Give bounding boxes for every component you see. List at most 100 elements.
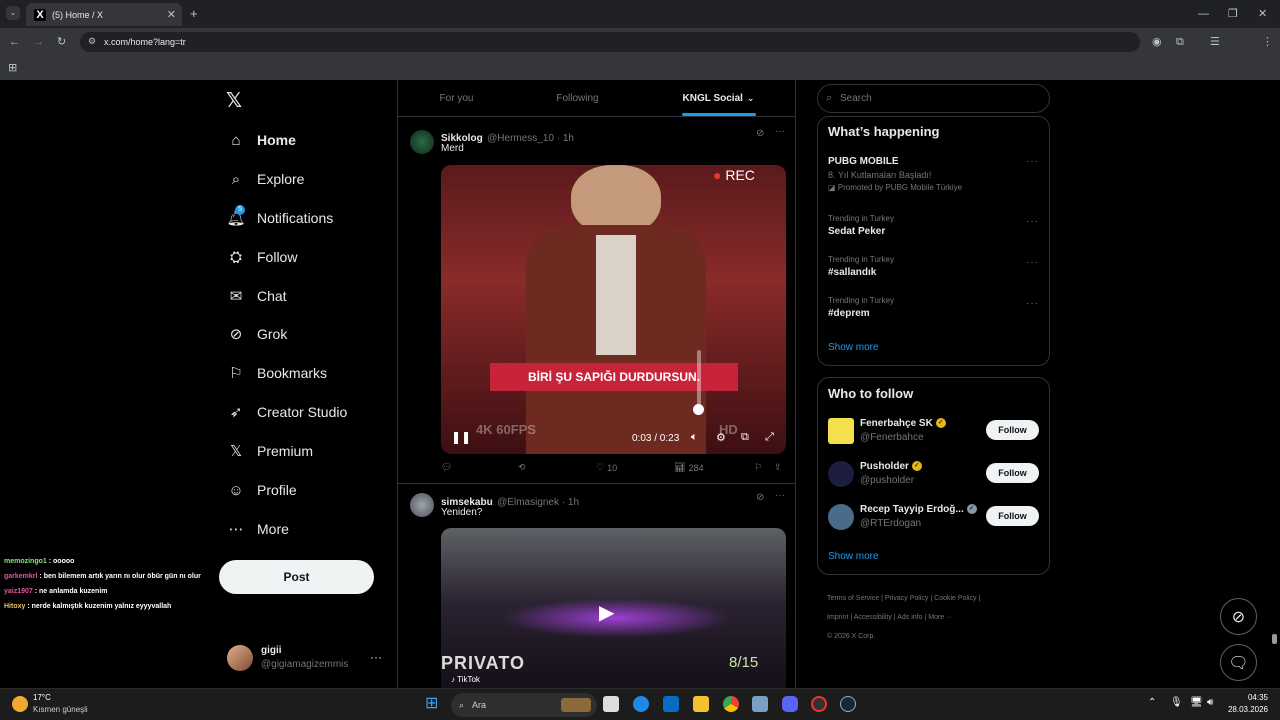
site-info-icon[interactable]: ⚙ xyxy=(88,36,96,47)
tab-search-icon[interactable]: ⌄ xyxy=(6,6,20,20)
trend-more-icon[interactable]: ··· xyxy=(1026,156,1039,167)
weather-sun-icon[interactable] xyxy=(12,696,28,712)
app-record-icon[interactable] xyxy=(811,696,827,712)
grok-explain-icon[interactable]: ⊘ xyxy=(756,128,764,139)
tab-following[interactable]: Following xyxy=(515,80,640,116)
nav-item-explore[interactable]: ⌕ Explore xyxy=(226,167,305,191)
follow-button[interactable]: Follow xyxy=(986,420,1039,440)
tab-close-icon[interactable]: ✕ xyxy=(167,8,176,21)
app-settings-icon[interactable] xyxy=(752,696,768,712)
volume-icon[interactable]: 🔈︎ xyxy=(691,431,698,444)
apps-grid-icon[interactable]: ⊞ xyxy=(8,61,17,75)
discord-icon[interactable] xyxy=(782,696,798,712)
x-logo-icon[interactable]: 𝕏 xyxy=(226,88,242,113)
footer-more[interactable]: More ··· xyxy=(928,614,953,621)
trend-item[interactable]: Trending in Turkey #deprem xyxy=(828,296,894,319)
browser-menu-icon[interactable]: ⋮ xyxy=(1262,35,1273,49)
trend-item[interactable]: Trending in Turkey Sedat Peker xyxy=(828,214,894,237)
browser-tab-x-home[interactable]: X (5) Home / X ✕ xyxy=(26,3,182,26)
follow-account-name[interactable]: Recep Tayyip Erdoğ... ✓ xyxy=(860,504,977,515)
windows-start-icon[interactable]: ⊞ xyxy=(425,696,438,712)
grok-explain-icon[interactable]: ⊘ xyxy=(756,492,764,503)
tweet-avatar[interactable] xyxy=(410,493,434,517)
tweet-video-player[interactable]: ▶ PRIVATO 8/15 ♪ TikTok xyxy=(441,528,786,688)
file-explorer-icon[interactable] xyxy=(693,696,709,712)
account-avatar[interactable] xyxy=(227,645,253,671)
trend-item[interactable]: Trending in Turkey #sallandık xyxy=(828,255,894,278)
grok-fab-button[interactable]: ⊘ xyxy=(1220,598,1257,635)
repost-button[interactable]: ⟲ xyxy=(518,462,529,473)
new-tab-button[interactable]: + xyxy=(190,7,198,21)
tray-overflow-icon[interactable]: ⌃ xyxy=(1148,697,1156,708)
taskview-icon[interactable] xyxy=(603,696,619,712)
picture-in-picture-icon[interactable]: ⧉ xyxy=(741,431,749,444)
nav-item-notifications[interactable]: 🔔︎ 5 Notifications xyxy=(226,205,333,230)
follow-avatar[interactable] xyxy=(828,504,854,530)
volume-slider-handle[interactable] xyxy=(693,404,704,415)
volume-slider[interactable] xyxy=(697,350,701,410)
tab-for-you[interactable]: For you xyxy=(398,80,515,116)
taskbar-search-box[interactable]: ⌕ Ara xyxy=(451,693,597,717)
tweet-author-handle[interactable]: @Elmasignek · 1h xyxy=(497,497,579,508)
steam-icon[interactable] xyxy=(840,696,856,712)
speaker-icon[interactable]: 🔊︎ xyxy=(1207,697,1213,708)
address-bar[interactable]: ⚙ x.com/home?lang=tr xyxy=(80,32,1140,52)
follow-button[interactable]: Follow xyxy=(986,506,1039,526)
nav-item-premium[interactable]: 𝕏 Premium xyxy=(226,439,313,463)
microphone-icon[interactable]: 🎙︎ xyxy=(1170,697,1183,708)
trend-more-icon[interactable]: ··· xyxy=(1026,257,1039,268)
nav-item-creator-studio[interactable]: ➶ Creator Studio xyxy=(226,400,348,424)
nav-item-grok[interactable]: ⊘ Grok xyxy=(226,322,288,346)
search-input[interactable]: ⌕ Search xyxy=(817,84,1050,113)
account-more-icon[interactable]: ··· xyxy=(370,650,382,664)
edge-browser-icon[interactable] xyxy=(633,696,649,712)
window-maximize-button[interactable]: ❐ xyxy=(1228,7,1238,21)
nav-item-profile[interactable]: ☺ Profile xyxy=(226,478,296,502)
tweet-card[interactable]: simsekabu @Elmasignek · 1h ⊘ ··· Yeniden… xyxy=(398,484,795,688)
network-icon[interactable]: 🖥︎ xyxy=(1190,697,1203,708)
follow-account-name[interactable]: Pusholder ✓ xyxy=(860,461,922,472)
footer-terms[interactable]: Terms of Service xyxy=(827,595,879,602)
footer-privacy[interactable]: Privacy Policy xyxy=(885,595,929,602)
extension-icon[interactable]: ◉ xyxy=(1152,35,1162,49)
follow-account-name[interactable]: Fenerbahçe SK ✓ xyxy=(860,418,946,429)
follow-button[interactable]: Follow xyxy=(986,463,1039,483)
messages-fab-button[interactable]: 🗨︎ xyxy=(1220,644,1257,681)
reading-list-icon[interactable]: ☰ xyxy=(1210,35,1220,49)
window-minimize-button[interactable]: — xyxy=(1198,7,1209,21)
nav-item-home[interactable]: ⌂ Home xyxy=(226,128,295,152)
tweet-avatar[interactable] xyxy=(410,130,434,154)
chrome-icon[interactable] xyxy=(723,696,739,712)
views-button[interactable]: 📊︎ 284 xyxy=(674,462,703,473)
store-icon[interactable] xyxy=(663,696,679,712)
play-icon[interactable]: ▶ xyxy=(599,600,614,625)
nav-item-bookmarks[interactable]: ⚐ Bookmarks xyxy=(226,361,327,385)
footer-ads-info[interactable]: Ads info xyxy=(897,614,922,621)
window-close-button[interactable]: ✕ xyxy=(1258,7,1267,21)
nav-item-more[interactable]: ⋯ More xyxy=(226,517,289,541)
tweet-more-icon[interactable]: ··· xyxy=(775,490,785,501)
trend-more-icon[interactable]: ··· xyxy=(1026,216,1039,227)
promoted-trend[interactable]: PUBG MOBILE 8. Yıl Kutlamaları Başladı! … xyxy=(828,156,962,192)
follow-avatar[interactable] xyxy=(828,418,854,444)
nav-item-chat[interactable]: ✉ Chat xyxy=(226,284,287,308)
pause-icon[interactable]: ❚❚ xyxy=(451,430,471,444)
tweet-card[interactable]: Sikkolog @Hermess_10 · 1h ⊘ ··· Merd ● R… xyxy=(398,120,795,483)
reply-button[interactable]: 💬︎ xyxy=(441,462,455,473)
tab-kngl-social[interactable]: KNGL Social ⌄ xyxy=(640,80,795,116)
like-button[interactable]: ♡ 10 xyxy=(596,462,617,473)
follow-avatar[interactable] xyxy=(828,461,854,487)
video-settings-icon[interactable]: ⚙ xyxy=(716,431,726,444)
share-button[interactable]: ⇪ xyxy=(774,462,782,473)
trends-show-more-link[interactable]: Show more xyxy=(828,342,879,353)
tweet-author-handle[interactable]: @Hermess_10 · 1h xyxy=(487,133,574,144)
tweet-video-player[interactable]: ● REC BİRİ ŞU SAPIĞI DURDURSUN. 4K 60FPS… xyxy=(441,165,786,454)
trend-more-icon[interactable]: ··· xyxy=(1026,298,1039,309)
post-button[interactable]: Post xyxy=(219,560,374,594)
footer-cookie[interactable]: Cookie Policy xyxy=(934,595,976,602)
follow-show-more-link[interactable]: Show more xyxy=(828,551,879,562)
fullscreen-icon[interactable]: ⤢ xyxy=(765,431,774,444)
reload-icon[interactable]: ↻ xyxy=(57,35,66,49)
footer-imprint[interactable]: Imprint xyxy=(827,614,848,621)
bookmark-tweet-button[interactable]: ⚐ xyxy=(754,462,762,473)
